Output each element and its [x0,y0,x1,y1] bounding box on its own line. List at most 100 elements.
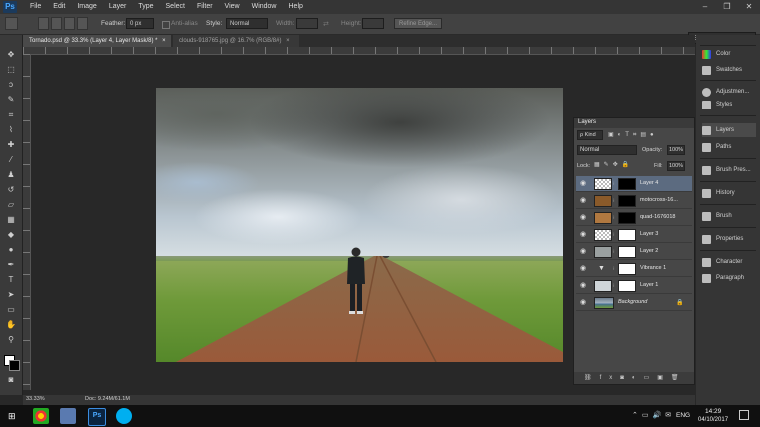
filter-kind-select[interactable]: ρ Kind [577,130,603,140]
menu-image[interactable]: Image [71,0,102,14]
eraser-tool-icon[interactable]: ▱ [4,199,18,210]
zoom-level[interactable]: 33.33% [26,396,45,402]
background-color-swatch[interactable] [9,360,20,371]
menu-filter[interactable]: Filter [191,0,219,14]
photoshop-taskbar-icon[interactable]: Ps [88,408,106,426]
mask-link-icon[interactable]: ⁝ [613,283,617,289]
visibility-eye-icon[interactable]: ◉ [579,197,587,205]
tab-close-icon[interactable]: × [162,38,166,44]
windows-start-icon[interactable]: ⊞ [8,411,18,421]
layer-row[interactable]: ◉ ⁝ Layer 1 [576,278,692,294]
notifications-icon[interactable] [739,410,749,420]
antialias-checkbox[interactable] [162,21,170,29]
type-tool-icon[interactable]: T [4,274,18,285]
layer-filter-icons[interactable]: ▣◐T⌗▤● [608,130,688,140]
minimize-button[interactable]: – [694,0,716,14]
layer-row[interactable]: ◉ ⁝ quad-1676018 [576,210,692,226]
layer-mask-thumbnail[interactable] [618,212,636,224]
visibility-eye-icon[interactable]: ◉ [579,299,587,307]
mask-link-icon[interactable]: ⁝ [613,181,617,187]
menu-edit[interactable]: Edit [47,0,71,14]
mask-link-icon[interactable]: ⁝ [613,266,617,272]
layer-row[interactable]: ◉ ⁝ Layer 4 [576,176,692,192]
history-panel-tab[interactable]: History [702,186,735,200]
layer-row[interactable]: ◉ ⁝ Layer 3 [576,227,692,243]
layer-row[interactable]: ◉ ▼ ⁝ Vibrance 1 [576,261,692,277]
visibility-eye-icon[interactable]: ◉ [579,214,587,222]
color-panel-tab[interactable]: Color [702,47,730,61]
menu-help[interactable]: Help [283,0,309,14]
tab-close-icon[interactable]: × [286,38,290,44]
visibility-eye-icon[interactable]: ◉ [579,231,587,239]
quick-select-tool-icon[interactable]: ✎ [4,94,18,105]
add-selection-icon[interactable] [51,17,62,30]
menu-layer[interactable]: Layer [103,0,133,14]
layer-mask-thumbnail[interactable] [618,229,636,241]
intersect-selection-icon[interactable] [77,17,88,30]
history-brush-tool-icon[interactable]: ↺ [4,184,18,195]
layer-mask-thumbnail[interactable] [618,280,636,292]
close-button[interactable]: ✕ [738,0,760,14]
marquee-tool-preset-icon[interactable] [5,17,18,30]
document-canvas[interactable] [156,88,563,362]
visibility-eye-icon[interactable]: ◉ [579,265,587,273]
layer-mask-thumbnail[interactable] [618,195,636,207]
marquee-tool-icon[interactable]: ⬚ [4,64,18,75]
visibility-eye-icon[interactable]: ◉ [579,248,587,256]
dodge-tool-icon[interactable]: ● [4,244,18,255]
layer-mask-thumbnail[interactable] [618,178,636,190]
properties-panel-tab[interactable]: Properties [702,232,743,246]
width-input[interactable] [296,18,318,29]
restore-button[interactable]: ❐ [716,0,738,14]
menu-type[interactable]: Type [132,0,159,14]
layers-panel-tab[interactable]: Layers [702,123,756,137]
clone-stamp-tool-icon[interactable]: ♟ [4,169,18,180]
paths-panel-tab[interactable]: Paths [702,140,731,154]
subtract-selection-icon[interactable] [64,17,75,30]
layers-footer-icons[interactable]: ⛓fx◙◐▭▣🗑 [574,372,694,384]
brush-tool-icon[interactable]: ⁄ [4,154,18,165]
style-select[interactable]: Normal [226,18,268,29]
move-tool-icon[interactable]: ✥ [4,49,18,60]
lasso-tool-icon[interactable]: ↄ [4,79,18,90]
clock-date[interactable]: 04/10/2017 [698,417,728,423]
adjustments-panel-tab[interactable]: Adjustmen... [702,85,749,99]
menu-file[interactable]: File [24,0,47,14]
clock-time[interactable]: 14:29 [705,408,721,415]
zoom-tool-icon[interactable]: ⚲ [4,334,18,345]
swap-icon[interactable]: ⇄ [323,20,329,28]
gradient-tool-icon[interactable]: ▦ [4,214,18,225]
path-select-tool-icon[interactable]: ➤ [4,289,18,300]
brush-panel-tab[interactable]: Brush [702,209,732,223]
tab-tornado[interactable]: Tornado.psd @ 33.3% (Layer 4, Layer Mask… [23,35,171,47]
styles-panel-tab[interactable]: Styles [702,101,732,109]
layer-row[interactable]: ◉ Background 🔒 [576,295,692,311]
rectangle-tool-icon[interactable]: ▭ [4,304,18,315]
hand-tool-icon[interactable]: ✋ [4,319,18,330]
paragraph-panel-tab[interactable]: Paragraph [702,271,744,285]
visibility-eye-icon[interactable]: ◉ [579,282,587,290]
skype-icon[interactable] [116,408,132,424]
blur-tool-icon[interactable]: ◆ [4,229,18,240]
language-indicator[interactable]: ENG [676,412,690,419]
menu-window[interactable]: Window [246,0,283,14]
brush-presets-panel-tab[interactable]: Brush Pres... [702,163,751,177]
tray-icons[interactable]: ⌃▭🔊✉ [632,411,675,419]
layer-mask-thumbnail[interactable] [618,263,636,275]
layer-row[interactable]: ◉ ⁝ Layer 2 [576,244,692,260]
visibility-eye-icon[interactable]: ◉ [579,180,587,188]
swatches-panel-tab[interactable]: Swatches [702,63,742,77]
menu-select[interactable]: Select [160,0,191,14]
opacity-input[interactable]: 100% [667,145,685,155]
mask-link-icon[interactable]: ⁝ [613,249,617,255]
chrome-icon[interactable] [33,408,49,424]
fill-input[interactable]: 100% [667,161,685,171]
refine-edge-button[interactable]: Refine Edge... [394,18,442,29]
mask-link-icon[interactable]: ⁝ [613,232,617,238]
layer-mask-thumbnail[interactable] [618,246,636,258]
blend-mode-select[interactable]: Normal [577,145,637,155]
mask-link-icon[interactable]: ⁝ [613,198,617,204]
eyedropper-tool-icon[interactable]: ⌇ [4,124,18,135]
crop-tool-icon[interactable]: ⌗ [4,109,18,120]
tab-clouds[interactable]: clouds-918765.jpg @ 16.7% (RGB/8#) × [173,35,299,47]
